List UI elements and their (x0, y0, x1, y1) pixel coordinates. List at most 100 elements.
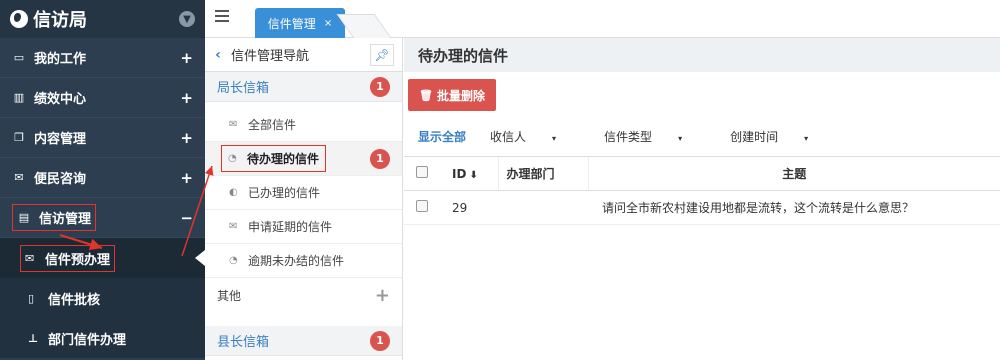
laptop-icon: ▭ (13, 51, 25, 64)
caret-down-icon: ▾ (678, 133, 683, 143)
tab-label: 信件管理 (267, 16, 316, 31)
bar-chart-icon: ▥ (13, 91, 25, 104)
sidebar-subitem-label: 部门信件办理 (48, 332, 127, 348)
filter-show-all[interactable]: 显示全部 (418, 128, 466, 145)
sort-desc-icon[interactable]: ⬇︎ (469, 170, 477, 181)
collapse-icon[interactable]: − (180, 209, 193, 227)
expand-icon[interactable]: + (180, 89, 193, 107)
sidebar-item-content[interactable]: ❐ 内容管理 + (0, 118, 205, 158)
count-badge: 1 (370, 76, 390, 97)
sitemap-icon: ⊥ (28, 331, 39, 345)
sidebar-subitem-preprocess[interactable]: ✉ 信件预办理 (0, 238, 205, 278)
sidebar-subitem-label: 信件批核 (48, 292, 101, 308)
select-all-checkbox[interactable] (416, 166, 428, 178)
filter-label: 信件类型 (604, 129, 653, 144)
brand-bar: 信访局 ▼ (0, 0, 205, 38)
sidebar-item-label: 便民咨询 (34, 172, 87, 187)
nav-overdue-letters[interactable]: ◔ 逾期未办结的信件 (205, 244, 402, 278)
group-director-mailbox[interactable]: 局长信箱 1 (205, 72, 402, 102)
letter-nav-header: ‹ 信件管理导航 📌︎ (205, 38, 402, 72)
batch-delete-label: 批量删除 (436, 88, 485, 103)
group-county-mailbox[interactable]: 县长信箱 1 (205, 326, 402, 356)
sidebar-subitem-approval[interactable]: ▯ 信件批核 (0, 278, 205, 318)
tab-bar: 信件管理 × (205, 0, 1000, 38)
letter-nav-panel: ‹ 信件管理导航 📌︎ 局长信箱 1 ✉ 全部信件 ◔ 待办理的信件 1 ◐ 已… (205, 38, 403, 360)
annotation-box: ✉ 信件预办理 (20, 244, 116, 272)
trash-icon: 🗑︎ (419, 88, 433, 102)
row-dept (498, 190, 588, 225)
filter-bar: 显示全部 收信人 ▾ 信件类型 ▾ 创建时间 ▾ (418, 126, 856, 146)
header-id[interactable]: ID ⬇︎ (452, 156, 498, 191)
page-title: 待办理的信件 (404, 38, 1000, 72)
header-checkbox-cell (404, 156, 452, 191)
filter-recipient[interactable]: 收信人 ▾ (490, 128, 580, 145)
nav-all-letters[interactable]: ✉ 全部信件 (205, 108, 402, 142)
close-icon[interactable]: × (324, 18, 332, 29)
group-label: 县长信箱 (217, 335, 270, 350)
count-badge: 1 (370, 330, 390, 351)
sidebar-item-label: 我的工作 (34, 52, 87, 67)
count-badge: 1 (370, 148, 390, 169)
expand-icon[interactable]: + (180, 49, 193, 67)
clock-icon: ◔ (229, 255, 238, 266)
envelope-icon: ✉ (25, 251, 35, 265)
plus-icon[interactable]: + (375, 285, 390, 306)
expand-icon[interactable]: + (180, 129, 193, 147)
main-content: 待办理的信件 🗑︎ 批量删除 显示全部 收信人 ▾ 信件类型 ▾ 创建时间 ▾ ID ⬇… (404, 38, 1000, 360)
nav-processed-letters[interactable]: ◐ 已办理的信件 (205, 176, 402, 210)
inbox-icon: ▤ (18, 211, 30, 224)
filter-label: 创建时间 (730, 129, 779, 144)
table-header-row: ID ⬇︎ 办理部门 主题 (404, 156, 1000, 191)
nav-item-label: 全部信件 (248, 118, 297, 132)
sidebar-item-label: 内容管理 (34, 132, 87, 147)
sidebar-item-label: 绩效中心 (34, 92, 87, 107)
sidebar-item-petition[interactable]: ▤ 信访管理 − (0, 198, 205, 238)
nav-extension-letters[interactable]: ✉ 申请延期的信件 (205, 210, 402, 244)
row-checkbox-cell (404, 190, 452, 225)
file-icon: ▯ (28, 291, 35, 305)
envelope-icon: ✉ (14, 171, 24, 184)
filter-label: 收信人 (490, 129, 527, 144)
check-icon: ◐ (229, 187, 238, 198)
table-row[interactable]: 29 请问全市新农村建设用地都是流转，这个流转是什么意思？ (404, 190, 1000, 225)
menu-toggle-icon[interactable] (215, 10, 229, 22)
sidebar-item-label: 信访管理 (39, 212, 92, 227)
letters-table: ID ⬇︎ 办理部门 主题 29 请问全市新农村建设用地都是流转，这个流转是什么意… (404, 156, 1000, 225)
header-dept: 办理部门 (497, 156, 588, 191)
sidebar: 信访局 ▼ ▭ 我的工作 + ▥ 绩效中心 + ❐ 内容管理 + ✉ 便民咨询 … (0, 0, 205, 360)
annotation-box: ▤ 信访管理 (12, 204, 97, 231)
nav-item-label: 申请延期的信件 (248, 220, 333, 234)
nav-item-label: 已办理的信件 (248, 186, 321, 200)
tab-letter-management[interactable]: 信件管理 × (255, 8, 345, 38)
batch-delete-button[interactable]: 🗑︎ 批量删除 (408, 79, 496, 111)
nav-other-label: 其他 (217, 288, 242, 303)
nav-other[interactable]: 其他 + (205, 278, 402, 312)
chevron-left-icon[interactable]: ‹ (205, 47, 231, 63)
sidebar-subitem-label: 信件预办理 (45, 252, 111, 268)
sidebar-subitem-dept[interactable]: ⊥ 部门信件办理 (0, 318, 205, 358)
app-title: 信访局 (33, 10, 87, 31)
row-id: 29 (452, 190, 498, 225)
copy-icon: ❐ (14, 131, 24, 144)
filter-letter-type[interactable]: 信件类型 ▾ (604, 128, 706, 145)
pin-icon[interactable]: 📌︎ (370, 43, 394, 66)
sidebar-item-consult[interactable]: ✉ 便民咨询 + (0, 158, 205, 198)
letter-nav-list: ✉ 全部信件 ◔ 待办理的信件 1 ◐ 已办理的信件 ✉ 申请延期的信件 ◔ 逾… (205, 102, 402, 312)
nav-pending-letters[interactable]: ◔ 待办理的信件 1 (205, 142, 402, 176)
envelope-icon: ✉ (229, 221, 238, 232)
globe-icon (10, 10, 28, 28)
expand-icon[interactable]: + (180, 169, 193, 187)
letter-nav-title: 信件管理导航 (231, 49, 310, 64)
sidebar-item-performance[interactable]: ▥ 绩效中心 + (0, 78, 205, 118)
row-subject[interactable]: 请问全市新农村建设用地都是流转，这个流转是什么意思？ (588, 190, 1000, 225)
clock-icon: ◔ (228, 153, 237, 164)
filter-created-time[interactable]: 创建时间 ▾ (730, 128, 832, 145)
caret-down-icon: ▾ (552, 133, 557, 143)
group-label: 局长信箱 (217, 81, 270, 96)
caret-down-icon: ▾ (804, 133, 809, 143)
header-subject: 主题 (587, 156, 1000, 191)
row-checkbox[interactable] (416, 200, 428, 212)
chevron-down-icon[interactable]: ▼ (179, 11, 195, 27)
nav-item-label: 待办理的信件 (247, 152, 320, 166)
sidebar-item-my-work[interactable]: ▭ 我的工作 + (0, 38, 205, 78)
